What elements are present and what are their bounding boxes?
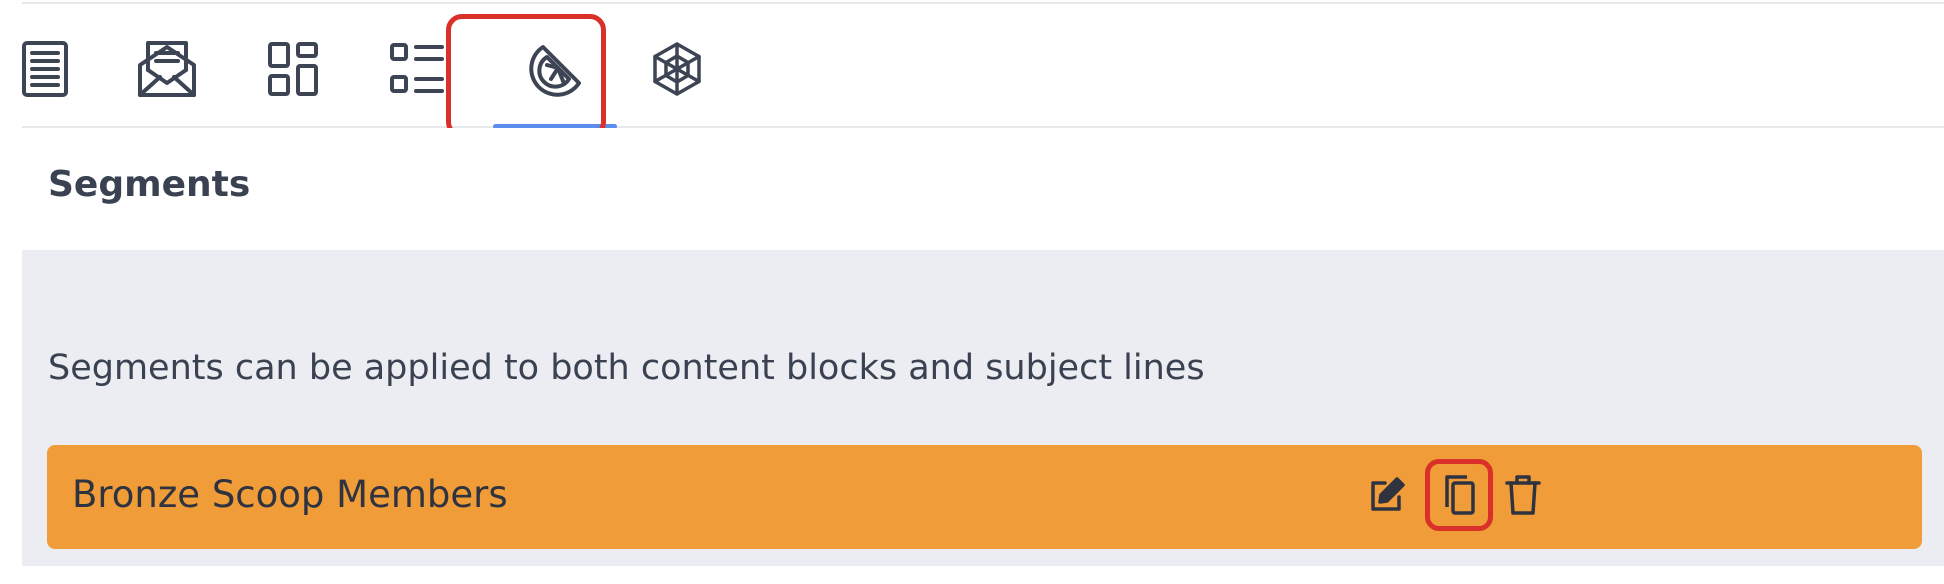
tab-page[interactable] [10, 34, 80, 104]
edit-icon [1367, 475, 1407, 519]
segment-label: Bronze Scoop Members [72, 473, 508, 516]
tab-network[interactable] [642, 34, 712, 104]
delete-segment-button[interactable] [1499, 473, 1547, 521]
envelope-icon [136, 39, 198, 99]
tab-segments[interactable] [520, 34, 590, 104]
toolbar-tabs [22, 4, 1944, 129]
tab-list[interactable] [382, 34, 452, 104]
copy-segment-button[interactable] [1435, 473, 1483, 521]
citrus-slice-icon [525, 39, 585, 99]
tab-layout[interactable] [258, 34, 328, 104]
document-icon [18, 39, 72, 99]
network-icon [648, 40, 706, 98]
segments-header: Segments [22, 128, 1944, 250]
grid-layout-icon [266, 40, 320, 98]
list-icon [388, 41, 446, 97]
edit-segment-button[interactable] [1363, 473, 1411, 521]
segment-row[interactable]: Bronze Scoop Members [47, 445, 1922, 549]
trash-icon [1503, 473, 1543, 521]
page-title: Segments [48, 164, 251, 205]
segments-panel: Segments can be applied to both content … [22, 250, 1944, 566]
tab-email[interactable] [132, 34, 202, 104]
copy-icon [1439, 473, 1479, 521]
editor-sidebar: Segments Segments can be applied to both… [0, 0, 1944, 584]
segments-description: Segments can be applied to both content … [48, 348, 1205, 388]
